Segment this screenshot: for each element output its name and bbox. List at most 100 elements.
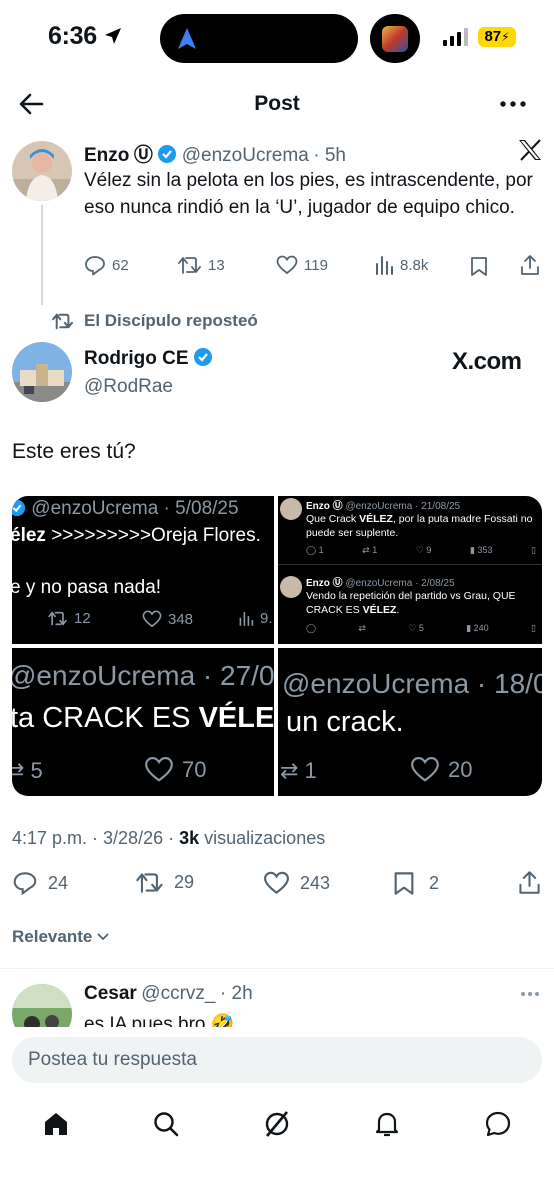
author-row: Rodrigo CE [84, 347, 213, 370]
reply-sort-dropdown[interactable]: Relevante [12, 927, 110, 947]
views-chart-icon [376, 256, 393, 275]
like-button[interactable]: 243 [263, 871, 330, 895]
thread-line [41, 205, 43, 305]
verified-badge-icon [12, 499, 26, 517]
more-options-icon[interactable] [500, 101, 526, 107]
verified-badge-icon [158, 145, 177, 163]
home-icon[interactable] [43, 1111, 69, 1137]
like-count: 243 [300, 872, 331, 893]
media-handle: @enzoUcrema · 18/0 [282, 668, 542, 699]
avatar [280, 576, 302, 598]
repost-icon [52, 313, 73, 330]
author-name[interactable]: Cesar [84, 983, 137, 1004]
media-like-count: 70 [182, 756, 207, 782]
reply-icon [85, 256, 105, 276]
media-views-count: 9. [260, 610, 273, 627]
page-title: Post [254, 92, 300, 115]
avatar [280, 498, 302, 520]
avatar[interactable] [12, 342, 72, 402]
media-image-1[interactable]: @enzoUcrema · 5/08/25 élez >>>>>>>>>Orej… [12, 496, 274, 644]
reply-text: es IA pues bro 🤣 [84, 1014, 235, 1027]
divider [0, 968, 554, 969]
reply-button[interactable]: 24 [12, 871, 68, 895]
avatar[interactable] [12, 141, 72, 201]
reply-button[interactable]: 62 [84, 255, 129, 276]
post-metadata: 4:17 p.m. · 3/28/26 · 3k visualizaciones [12, 828, 325, 849]
signal-icon [443, 28, 469, 46]
repost-label[interactable]: El Discípulo reposteó [84, 311, 258, 331]
bookmark-button[interactable]: 2 [393, 871, 439, 896]
bookmark-count: 2 [429, 873, 440, 893]
author-handle[interactable]: @enzoUcrema [182, 145, 309, 166]
status-time: 6:36 [48, 22, 97, 50]
notifications-icon[interactable] [374, 1110, 400, 1138]
battery-indicator: 87⚡ [478, 27, 516, 47]
messages-icon[interactable] [484, 1110, 512, 1138]
views-button[interactable]: 8.8k [374, 255, 428, 275]
like-button[interactable]: 119 [276, 255, 328, 275]
chevron-down-icon [97, 933, 109, 941]
tweet-header: Enzo Ⓤ @enzoUcrema · 5h [84, 140, 346, 167]
repost-button[interactable]: 29 [136, 871, 194, 894]
repost-indicator: El Discípulo reposteó [52, 311, 258, 331]
heart-icon [145, 756, 173, 782]
bookmark-icon[interactable] [470, 256, 488, 277]
author-name[interactable]: Rodrigo CE [84, 348, 189, 369]
post-time: · 5h [313, 145, 346, 166]
tweet-text: Este eres tú? [12, 440, 136, 463]
x-com-watermark: X.com [452, 348, 522, 375]
live-activity-app-icon [370, 14, 420, 63]
repost-icon [48, 611, 67, 626]
media-grid[interactable]: @enzoUcrema · 5/08/25 élez >>>>>>>>>Orej… [12, 496, 542, 796]
like-count: 119 [304, 256, 328, 274]
heart-icon [142, 610, 162, 628]
media-like-count: 348 [168, 610, 194, 628]
media-like-count: 20 [448, 756, 473, 782]
views-chart-icon [239, 612, 254, 626]
post-time: · 2h [219, 983, 253, 1004]
media-text: >>>>>>>>>Oreja Flores. [45, 525, 261, 546]
repost-icon [178, 257, 201, 274]
repost-button[interactable]: 13 [178, 255, 225, 275]
author-handle[interactable]: @RodRae [84, 376, 173, 398]
tweet-text: Vélez sin la pelota en los pies, es intr… [84, 170, 533, 218]
post-timestamp[interactable]: 4:17 p.m. · 3/28/26 · [12, 828, 174, 848]
author-handle[interactable]: @ccrvz_ [141, 983, 215, 1004]
location-arrow-icon [103, 26, 123, 46]
media-image-4[interactable]: @enzoUcrema · 18/0 un crack. ⇄ 1 20 [278, 648, 542, 796]
media-handle: @enzoUcrema · 5/08/25 [31, 498, 239, 519]
x-logo-icon [518, 139, 542, 161]
verified-badge-icon [193, 348, 212, 366]
author-symbol: Ⓤ [133, 145, 153, 166]
media-author-name: Enzo Ⓤ [306, 501, 343, 512]
media-text-bold: élez [12, 525, 46, 546]
sort-label: Relevante [12, 927, 93, 946]
media-handle: @enzoUcrema · 2/08/25 [345, 578, 455, 589]
media-image-3[interactable]: @enzoUcrema · 27/0 ta CRACK ES VÉLE ⇄ 5 … [12, 648, 274, 796]
author-name[interactable]: Enzo [84, 145, 129, 166]
reply-count: 62 [112, 257, 129, 274]
media-text: un crack. [286, 706, 404, 738]
more-options-icon[interactable] [520, 991, 540, 997]
reply-header: Cesar @ccrvz_ · 2h [84, 983, 253, 1005]
grok-icon[interactable] [263, 1110, 291, 1138]
heart-icon [264, 871, 289, 894]
media-author-name: Enzo Ⓤ [306, 578, 343, 589]
media-handle: @enzoUcrema · 27/0 [12, 660, 274, 691]
heart-icon [276, 255, 298, 275]
reply-composer-input[interactable]: Postea tu respuesta [12, 1037, 542, 1083]
search-icon[interactable] [153, 1111, 179, 1137]
views-count: 8.8k [400, 256, 429, 274]
views-count: 3k [179, 828, 200, 848]
media-handle: @enzoUcrema · 21/08/25 [345, 501, 461, 512]
dynamic-island [160, 14, 358, 63]
repost-count: 13 [208, 256, 225, 274]
share-icon[interactable] [520, 254, 540, 276]
media-image-2[interactable]: Enzo Ⓤ @enzoUcrema · 21/08/25 Que Crack … [278, 496, 542, 644]
views-label: visualizaciones [204, 828, 326, 848]
heart-icon [411, 756, 439, 782]
media-text: e y no pasa nada! [12, 577, 162, 598]
share-icon[interactable] [518, 870, 541, 895]
bookmark-icon [394, 872, 414, 895]
navigation-arrow-icon [178, 28, 196, 49]
